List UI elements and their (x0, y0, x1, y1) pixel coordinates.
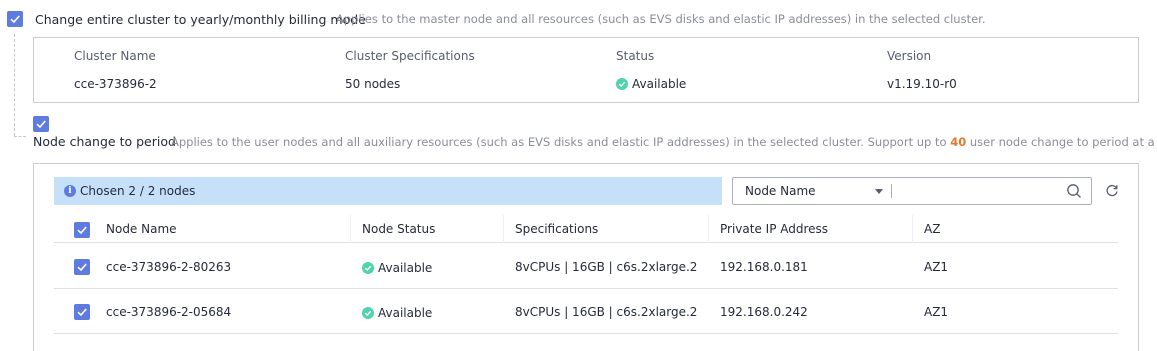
caret-down-icon (875, 189, 883, 194)
node-change-label: Node change to period (33, 134, 176, 149)
node-az-cell: AZ1 (924, 305, 949, 319)
cluster-spec-value: 50 nodes (345, 77, 401, 91)
table-row[interactable]: cce-373896-2-05684 Available 8vCPUs | 16… (54, 289, 1118, 334)
header-az: AZ (924, 222, 941, 236)
node-change-desc-before: Applies to the user nodes and all auxili… (171, 135, 947, 149)
node-spec-cell: 8vCPUs | 16GB | c6s.2xlarge.2 (515, 260, 698, 274)
node-status-cell: Available (362, 261, 432, 275)
node-status-text: Available (378, 306, 433, 320)
cluster-billing-option: Change entire cluster to yearly/monthly … (0, 10, 1158, 30)
header-node-name: Node Name (106, 222, 177, 236)
cluster-billing-description: Applies to the master node and all resou… (336, 12, 986, 26)
tree-connector-branch (14, 136, 26, 137)
header-specifications: Specifications (515, 222, 599, 236)
check-circle-icon (362, 307, 374, 319)
node-ip-cell: 192.168.0.181 (720, 260, 808, 274)
header-cluster-name: Cluster Name (74, 49, 156, 63)
column-divider (912, 215, 913, 243)
checkbox-checked-icon (77, 263, 87, 272)
chosen-nodes-bar: i Chosen 2 / 2 nodes (54, 177, 722, 205)
row-checkbox[interactable] (74, 259, 90, 275)
node-change-desc-after: user node change to period at a time (969, 135, 1158, 149)
checkbox-checked-icon (10, 15, 20, 24)
cluster-info-table: Cluster Name Cluster Specifications Stat… (33, 37, 1139, 103)
cluster-name-value: cce-373896-2 (74, 77, 157, 91)
table-row[interactable]: cce-373896-2-80263 Available 8vCPUs | 16… (54, 244, 1118, 289)
node-name-cell: cce-373896-2-80263 (106, 260, 232, 274)
row-checkbox[interactable] (74, 304, 90, 320)
cluster-version-value: v1.19.10-r0 (887, 77, 957, 91)
search-divider (891, 184, 892, 198)
node-change-limit: 40 (950, 135, 967, 149)
checkbox-checked-icon (77, 308, 87, 317)
cluster-billing-checkbox[interactable] (7, 11, 23, 27)
refresh-icon[interactable] (1105, 183, 1119, 197)
node-name-cell: cce-373896-2-05684 (106, 305, 232, 319)
column-divider (350, 215, 351, 243)
header-cluster-spec: Cluster Specifications (345, 49, 475, 63)
checkbox-checked-icon (77, 226, 87, 235)
cluster-status-value: Available (616, 77, 686, 91)
info-icon: i (64, 185, 76, 197)
node-status-cell: Available (362, 306, 432, 320)
node-az-cell: AZ1 (924, 260, 949, 274)
chosen-nodes-text: Chosen 2 / 2 nodes (80, 184, 196, 198)
node-spec-cell: 8vCPUs | 16GB | c6s.2xlarge.2 (515, 305, 698, 319)
header-cluster-version: Version (887, 49, 932, 63)
select-all-checkbox[interactable] (74, 222, 90, 238)
column-divider (503, 215, 504, 243)
column-divider (708, 215, 709, 243)
checkbox-checked-icon (36, 120, 46, 129)
node-status-text: Available (378, 261, 433, 275)
cluster-status-text: Available (632, 77, 687, 91)
header-cluster-status: Status (616, 49, 655, 63)
check-circle-icon (616, 78, 628, 90)
header-node-status: Node Status (362, 222, 436, 236)
search-icon[interactable] (1066, 183, 1082, 199)
search-input[interactable] (895, 180, 1055, 202)
search-field-value: Node Name (745, 184, 816, 198)
search-field-select[interactable]: Node Name (733, 178, 891, 204)
check-circle-icon (362, 262, 374, 274)
cluster-billing-label: Change entire cluster to yearly/monthly … (35, 12, 366, 27)
node-ip-cell: 192.168.0.242 (720, 305, 808, 319)
header-private-ip: Private IP Address (720, 222, 829, 236)
node-change-checkbox[interactable] (33, 116, 49, 132)
tree-connector-line (14, 34, 15, 136)
node-search-box: Node Name (732, 177, 1092, 205)
node-change-description: Applies to the user nodes and all auxili… (171, 135, 1158, 149)
node-table-header: Node Name Node Status Specifications Pri… (54, 215, 1118, 243)
